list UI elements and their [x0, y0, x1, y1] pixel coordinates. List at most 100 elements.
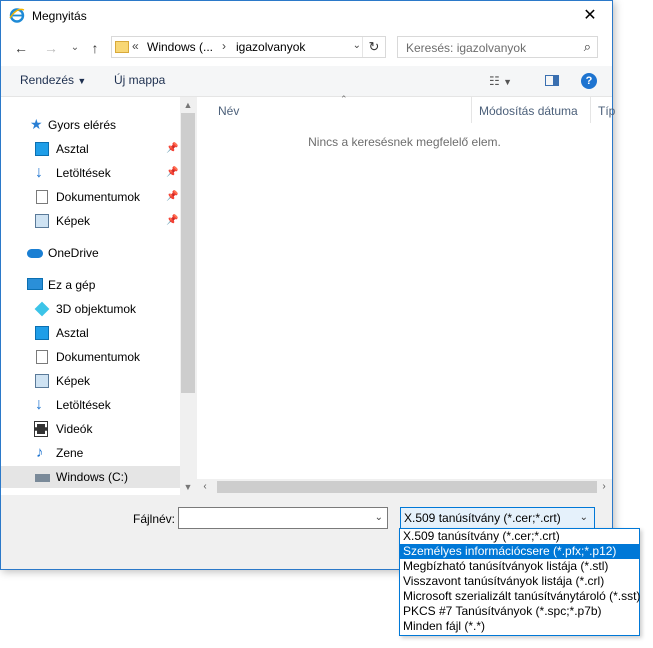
sidebar-item-this-pc[interactable]: Ez a gép: [1, 274, 180, 296]
breadcrumb-separator-icon[interactable]: ›: [222, 39, 226, 53]
filename-label: Fájlnév:: [133, 512, 176, 526]
file-list-pane: ⌃ Név Módosítás dátuma Típ Nincs a keres…: [197, 94, 615, 495]
sidebar-item-label: Asztal: [56, 142, 89, 156]
sidebar-item-label: Dokumentumok: [56, 350, 141, 364]
sidebar-item-label: 3D objektumok: [56, 302, 137, 316]
filetype-option-highlighted[interactable]: Személyes információcsere (*.pfx;*.p12): [400, 544, 639, 559]
download-icon: ↓: [35, 164, 43, 181]
window-title: Megnyitás: [32, 9, 87, 23]
desktop-icon: [35, 142, 49, 156]
sidebar-item-label: Képek: [56, 374, 91, 388]
sidebar-scrollbar[interactable]: ▲ ▼: [180, 97, 196, 495]
pin-icon[interactable]: 📌: [166, 210, 178, 232]
cloud-icon: [27, 249, 43, 258]
scroll-right-icon[interactable]: ›: [596, 479, 612, 495]
sidebar-item-desktop[interactable]: Asztal 📌: [1, 138, 180, 160]
filetype-option[interactable]: Microsoft szerializált tanúsítványtároló…: [400, 589, 640, 604]
search-input[interactable]: [404, 38, 578, 58]
column-divider[interactable]: [590, 97, 591, 123]
internet-explorer-icon: [9, 8, 25, 23]
sidebar-item-label: Dokumentumok: [56, 190, 141, 204]
download-icon: ↓: [35, 396, 43, 413]
title-bar: Megnyitás ✕: [1, 1, 612, 30]
filetype-select[interactable]: X.509 tanúsítvány (*.cer;*.crt) ⌄: [400, 507, 595, 529]
address-bar[interactable]: « Windows (... › igazolvanyok ⌄ ↻: [111, 36, 386, 58]
new-folder-button[interactable]: Új mappa: [114, 73, 165, 87]
sidebar-item-pictures[interactable]: Képek 📌: [1, 210, 180, 232]
horizontal-scrollbar[interactable]: ‹ ›: [197, 479, 612, 495]
pin-icon[interactable]: 📌: [166, 162, 178, 184]
up-button[interactable]: ↑: [85, 38, 105, 58]
overflow-chevron[interactable]: «: [132, 39, 139, 53]
document-icon: [36, 350, 48, 364]
chevron-down-icon: ⌄: [579, 512, 588, 523]
refresh-button[interactable]: ↻: [362, 37, 385, 57]
organize-label: Rendezés: [20, 73, 75, 87]
filename-field[interactable]: ⌄: [178, 507, 388, 529]
address-dropdown-icon[interactable]: ⌄: [353, 40, 361, 51]
pin-icon[interactable]: 📌: [166, 138, 178, 160]
video-icon: [34, 421, 48, 437]
desktop-icon: [35, 326, 49, 340]
close-button[interactable]: ✕: [568, 1, 612, 30]
scroll-up-icon[interactable]: ▲: [180, 97, 196, 113]
sidebar-item-label: Asztal: [56, 326, 89, 340]
sidebar-item-downloads[interactable]: ↓ Letöltések 📌: [1, 162, 180, 184]
help-icon[interactable]: ?: [581, 73, 597, 89]
sidebar-item-quick-access[interactable]: ★ Gyors elérés: [1, 114, 180, 136]
pin-icon[interactable]: 📌: [166, 186, 178, 208]
sidebar-item-onedrive[interactable]: OneDrive: [1, 242, 180, 264]
drive-icon: [35, 474, 50, 482]
sidebar-item-label: Zene: [56, 446, 84, 460]
scrollbar-thumb[interactable]: [217, 481, 597, 493]
filetype-option[interactable]: X.509 tanúsítvány (*.cer;*.crt): [400, 529, 639, 544]
scroll-down-icon[interactable]: ▼: [180, 479, 196, 495]
filetype-option[interactable]: PKCS #7 Tanúsítványok (*.spc;*.p7b): [400, 604, 639, 619]
breadcrumb-igazolvanyok[interactable]: igazolvanyok: [236, 40, 305, 54]
chevron-down-icon: ▼: [77, 76, 87, 86]
column-header-name[interactable]: Név: [218, 99, 239, 123]
empty-message: Nincs a keresésnek megfelelő elem.: [308, 135, 501, 149]
sidebar-item-label: Gyors elérés: [48, 118, 117, 132]
column-header-type[interactable]: Típ: [598, 99, 615, 123]
search-icon[interactable]: ⌕: [584, 39, 591, 55]
sidebar-item-documents-pc[interactable]: Dokumentumok: [1, 346, 180, 368]
navigation-pane: ★ Gyors elérés Asztal 📌 ↓ Letöltések 📌 D…: [1, 97, 196, 495]
sidebar-item-documents[interactable]: Dokumentumok 📌: [1, 186, 180, 208]
filetype-option[interactable]: Visszavont tanúsítványok listája (*.crl): [400, 574, 639, 589]
sidebar-item-windows-c[interactable]: Windows (C:): [1, 466, 180, 488]
sidebar-item-music[interactable]: ♪ Zene: [1, 442, 180, 464]
sidebar-item-desktop-pc[interactable]: Asztal: [1, 322, 180, 344]
preview-pane-icon[interactable]: [545, 75, 559, 86]
sidebar-item-label: Képek: [56, 214, 91, 228]
forward-button[interactable]: →: [41, 38, 61, 58]
filetype-option[interactable]: Minden fájl (*.*): [400, 619, 639, 634]
star-icon: ★: [30, 116, 43, 132]
sidebar-item-label: Letöltések: [56, 398, 111, 412]
pictures-icon: [35, 374, 49, 388]
sidebar-item-pictures-pc[interactable]: Képek: [1, 370, 180, 392]
sidebar-item-videos[interactable]: Videók: [1, 418, 180, 440]
search-box[interactable]: ⌕: [397, 36, 598, 58]
scroll-left-icon[interactable]: ‹: [197, 479, 213, 495]
sidebar-item-label: Videók: [56, 422, 93, 436]
column-divider[interactable]: [471, 97, 472, 123]
sidebar-item-label: Ez a gép: [48, 278, 96, 292]
scrollbar-thumb[interactable]: [181, 113, 195, 393]
music-icon: ♪: [36, 444, 44, 461]
sidebar-item-downloads-pc[interactable]: ↓ Letöltések: [1, 394, 180, 416]
chevron-down-icon[interactable]: ⌄: [375, 512, 383, 523]
column-header-modified[interactable]: Módosítás dátuma: [479, 99, 578, 123]
cube-icon: [34, 301, 50, 317]
recent-dropdown-icon[interactable]: ⌄: [65, 38, 85, 58]
view-options-icon[interactable]: ☷ ▼: [489, 74, 512, 88]
organize-menu[interactable]: Rendezés ▼: [20, 73, 86, 87]
navigation-bar: ← → ⌄ ↑ « Windows (... › igazolvanyok ⌄ …: [1, 30, 612, 66]
open-file-dialog: Megnyitás ✕ ← → ⌄ ↑ « Windows (... › iga…: [0, 0, 615, 570]
sidebar-item-3d-objects[interactable]: 3D objektumok: [1, 298, 180, 320]
back-button[interactable]: ←: [11, 38, 31, 58]
filetype-selected: X.509 tanúsítvány (*.cer;*.crt): [404, 511, 561, 525]
breadcrumb-windows[interactable]: Windows (...: [147, 40, 213, 54]
filetype-option[interactable]: Megbízható tanúsítványok listája (*.stl): [400, 559, 639, 574]
sidebar-item-label: OneDrive: [48, 246, 99, 260]
